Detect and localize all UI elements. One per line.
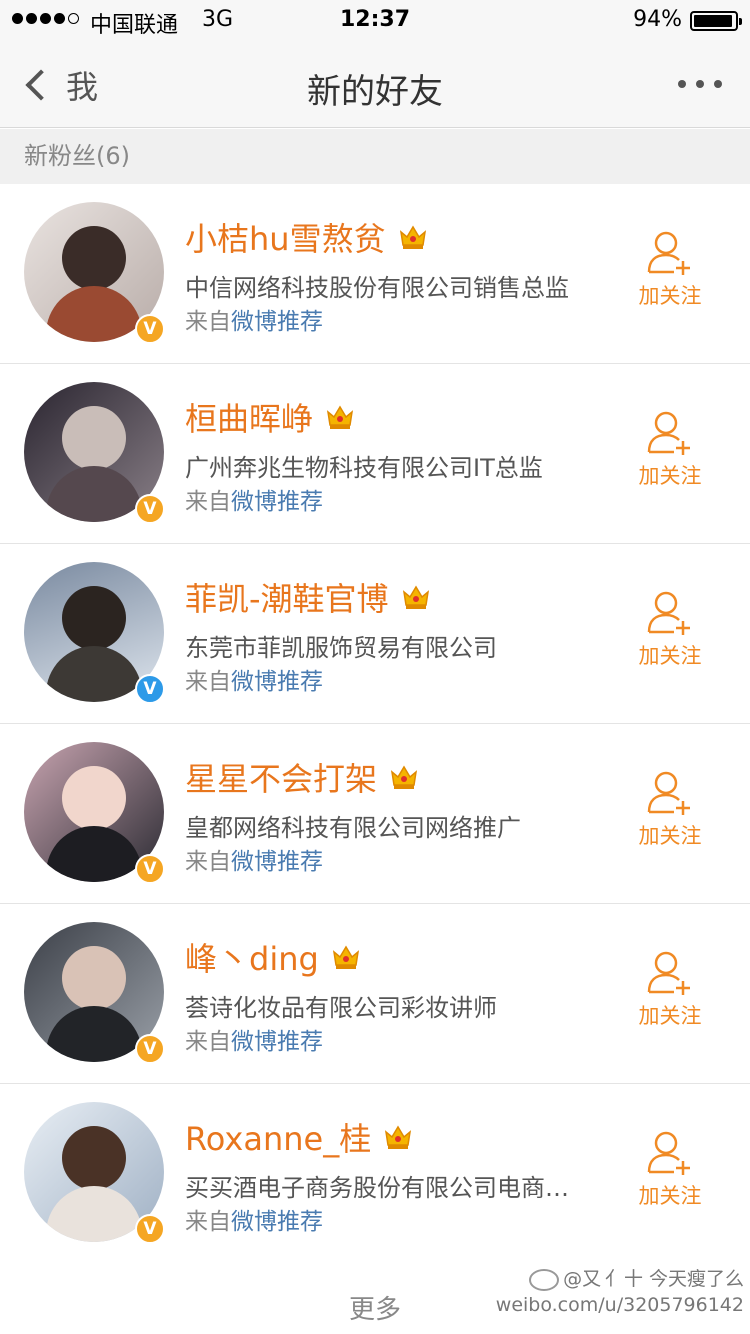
follow-label: 加关注 xyxy=(638,1004,702,1028)
follow-button[interactable]: 加关注 xyxy=(620,230,720,320)
verified-badge-icon: V xyxy=(135,674,165,704)
crown-icon xyxy=(399,225,426,249)
follow-label: 加关注 xyxy=(638,824,702,848)
source-link[interactable]: 微博推荐 xyxy=(231,669,323,695)
more-dot-icon xyxy=(678,80,686,88)
verified-badge-icon: V xyxy=(135,494,165,524)
add-user-icon xyxy=(647,951,690,995)
crown-icon xyxy=(385,1125,412,1149)
source-link[interactable]: 微博推荐 xyxy=(231,1029,323,1055)
friend-row[interactable]: V 星星不会打架 皇都网络科技有限公司网络推广 来自微博推荐 加关注 xyxy=(0,724,750,904)
verified-badge-icon: V xyxy=(135,314,165,344)
verified-badge-icon: V xyxy=(135,1034,165,1064)
more-dot-icon xyxy=(696,80,704,88)
navigation-bar: 我 新的好友 xyxy=(0,42,750,128)
source-link[interactable]: 微博推荐 xyxy=(231,309,323,335)
friend-row[interactable]: V 小桔hu雪熬贫 中信网络科技股份有限公司销售总监 来自微博推荐 加关注 xyxy=(0,184,750,364)
page-title: 新的好友 xyxy=(307,72,443,112)
source-prefix: 来自 xyxy=(185,1209,231,1235)
follow-label: 加关注 xyxy=(638,464,702,488)
battery-icon xyxy=(690,11,742,31)
friend-name[interactable]: 星星不会打架 xyxy=(185,754,377,800)
add-user-icon xyxy=(647,591,690,635)
add-user-icon xyxy=(647,771,690,815)
follow-button[interactable]: 加关注 xyxy=(620,770,720,860)
follow-button[interactable]: 加关注 xyxy=(620,1130,720,1220)
source-link[interactable]: 微博推荐 xyxy=(231,489,323,515)
source-prefix: 来自 xyxy=(185,1029,231,1055)
source-prefix: 来自 xyxy=(185,669,231,695)
friend-row[interactable]: V 菲凯-潮鞋官博 东莞市菲凯服饰贸易有限公司 来自微博推荐 加关注 xyxy=(0,544,750,724)
source-link[interactable]: 微博推荐 xyxy=(231,1209,323,1235)
friend-source: 来自微博推荐 xyxy=(185,662,323,696)
follow-label: 加关注 xyxy=(638,644,702,668)
friend-description: 皇都网络科技有限公司网络推广 xyxy=(185,814,521,842)
friend-description: 广州奔兆生物科技有限公司IT总监 xyxy=(185,454,543,482)
status-bar: 中国联通 3G 12:37 94% xyxy=(0,0,750,42)
friend-row[interactable]: V 峰丶ding 荟诗化妆品有限公司彩妆讲师 来自微博推荐 加关注 xyxy=(0,904,750,1084)
source-prefix: 来自 xyxy=(185,849,231,875)
follow-button[interactable]: 加关注 xyxy=(620,950,720,1040)
friend-description: 中信网络科技股份有限公司销售总监 xyxy=(185,274,569,302)
friend-source: 来自微博推荐 xyxy=(185,1202,323,1236)
friend-description: 买买酒电子商务股份有限公司电商… xyxy=(185,1174,569,1202)
friend-description: 东莞市菲凯服饰贸易有限公司 xyxy=(185,634,497,662)
follow-button[interactable]: 加关注 xyxy=(620,590,720,680)
more-options-button[interactable] xyxy=(678,80,722,88)
friend-source: 来自微博推荐 xyxy=(185,842,323,876)
friend-source: 来自微博推荐 xyxy=(185,302,323,336)
battery-percent: 94% xyxy=(633,7,682,32)
more-dot-icon xyxy=(714,80,722,88)
add-user-icon xyxy=(647,411,690,455)
add-user-icon xyxy=(647,1131,690,1175)
friend-source: 来自微博推荐 xyxy=(185,482,323,516)
follow-label: 加关注 xyxy=(638,1184,702,1208)
friend-row[interactable]: V Roxanne_桂 买买酒电子商务股份有限公司电商… 来自微博推荐 加关注 xyxy=(0,1084,750,1264)
verified-badge-icon: V xyxy=(135,854,165,884)
crown-icon xyxy=(332,945,359,969)
watermark-url: weibo.com/u/3205796142 xyxy=(495,1294,744,1316)
section-header-new-fans: 新粉丝(6) xyxy=(0,129,750,184)
watermark: @又 亻十 今天瘦了么 weibo.com/u/3205796142 xyxy=(496,1266,744,1318)
add-user-icon xyxy=(647,231,690,275)
source-link[interactable]: 微博推荐 xyxy=(231,849,323,875)
friend-source: 来自微博推荐 xyxy=(185,1022,323,1056)
friend-row[interactable]: V 桓曲晖峥 广州奔兆生物科技有限公司IT总监 来自微博推荐 加关注 xyxy=(0,364,750,544)
follow-button[interactable]: 加关注 xyxy=(620,410,720,500)
friend-name[interactable]: 桓曲晖峥 xyxy=(185,394,313,440)
crown-icon xyxy=(326,405,354,429)
crown-icon xyxy=(390,765,418,789)
friend-name[interactable]: Roxanne_桂 xyxy=(185,1114,371,1160)
source-prefix: 来自 xyxy=(185,309,231,335)
friend-name[interactable]: 小桔hu雪熬贫 xyxy=(185,214,386,260)
follow-label: 加关注 xyxy=(638,284,702,308)
verified-badge-icon: V xyxy=(135,1214,165,1244)
friend-description: 荟诗化妆品有限公司彩妆讲师 xyxy=(185,994,497,1022)
source-prefix: 来自 xyxy=(185,489,231,515)
weibo-logo-icon xyxy=(529,1268,560,1291)
crown-icon xyxy=(402,585,429,609)
new-fans-list: V 小桔hu雪熬贫 中信网络科技股份有限公司销售总监 来自微博推荐 加关注 V … xyxy=(0,184,750,1264)
friend-name[interactable]: 峰丶ding xyxy=(185,934,319,980)
friend-name[interactable]: 菲凯-潮鞋官博 xyxy=(185,574,389,620)
watermark-handle: @又 亻十 今天瘦了么 xyxy=(563,1268,744,1290)
